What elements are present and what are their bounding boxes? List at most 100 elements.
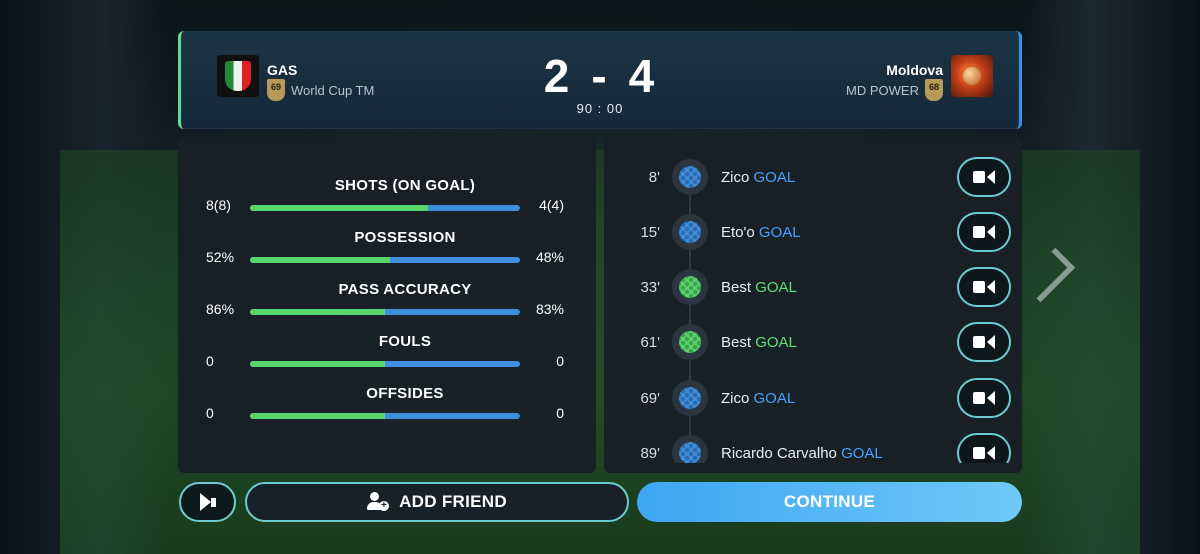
event-minute: 15' [640, 224, 660, 241]
stat-bar [250, 257, 520, 263]
stat-row-pass-accuracy: PASS ACCURACY 86% 83% [178, 281, 596, 329]
score-header: GAS 69 World Cup TM 2-4 90 : 00 Moldova … [178, 31, 1022, 129]
add-friend-button[interactable]: + ADD FRIEND [245, 482, 629, 522]
event-text: Ricardo Carvalho GOAL [721, 445, 883, 462]
event-marker [672, 159, 708, 195]
stat-bar-home-fill [250, 361, 385, 367]
video-camera-icon [973, 335, 995, 349]
stat-bar [250, 309, 520, 315]
stat-row-shots: SHOTS (ON GOAL) 8(8) 4(4) [178, 177, 596, 225]
stat-label: FOULS [378, 333, 432, 350]
football-icon [679, 331, 701, 353]
event-row: 89' Ricardo Carvalho GOAL [604, 433, 1022, 463]
event-type: GOAL [753, 169, 796, 186]
continue-button[interactable]: CONTINUE [637, 482, 1022, 522]
video-camera-icon [973, 391, 995, 405]
event-player: Best [721, 334, 752, 351]
event-type: GOAL [753, 390, 796, 407]
event-minute: 89' [640, 445, 660, 462]
event-type: GOAL [841, 445, 883, 462]
stat-bar [250, 413, 520, 419]
away-score: 4 [628, 50, 657, 102]
stat-bar-home-fill [250, 413, 385, 419]
stat-bar-home-fill [250, 205, 429, 211]
score-separator: - [591, 50, 609, 102]
stat-away-value: 4(4) [539, 197, 564, 213]
event-row: 8' Zico GOAL [604, 157, 1022, 197]
stat-away-value: 83% [535, 301, 564, 317]
stat-bar [250, 205, 520, 211]
event-row: 33' Best GOAL [604, 267, 1022, 307]
away-team-name: Moldova [886, 62, 943, 78]
away-crest-icon [963, 67, 981, 85]
video-camera-icon [973, 170, 995, 184]
football-icon [679, 442, 701, 463]
event-player: Zico [721, 169, 750, 186]
event-text: Zico GOAL [721, 169, 795, 186]
continue-label: CONTINUE [783, 492, 876, 511]
stat-row-possession: POSSESSION 52% 48% [178, 229, 596, 277]
match-stats-panel: SHOTS (ON GOAL) 8(8) 4(4) POSSESSION 52%… [178, 137, 596, 473]
video-camera-icon [973, 446, 995, 460]
football-icon [679, 221, 701, 243]
stat-bar-home-fill [250, 257, 391, 263]
replay-button[interactable] [957, 433, 1011, 463]
report-button[interactable] [179, 482, 236, 522]
stat-row-offsides: OFFSIDES 0 0 [178, 385, 596, 433]
stat-bar [250, 361, 520, 367]
stat-row-fouls: FOULS 0 0 [178, 333, 596, 381]
replay-button[interactable] [957, 157, 1011, 197]
home-score: 2 [543, 50, 572, 102]
stat-home-value: 52% [206, 249, 235, 265]
event-player: Best [721, 279, 752, 296]
event-minute: 61' [640, 334, 660, 351]
stat-label: OFFSIDES [366, 385, 444, 402]
add-friend-label: ADD FRIEND [399, 492, 507, 511]
stat-away-value: 0 [556, 353, 564, 369]
add-person-icon: + [367, 492, 390, 512]
video-camera-icon [973, 280, 995, 294]
away-team-logo [951, 55, 993, 97]
event-type: GOAL [755, 334, 797, 351]
football-icon [679, 166, 701, 188]
event-minute: 69' [640, 390, 660, 407]
event-type: GOAL [755, 279, 797, 296]
event-minute: 33' [640, 279, 660, 296]
football-icon [679, 387, 701, 409]
event-text: Zico GOAL [721, 390, 795, 407]
event-marker [672, 214, 708, 250]
stat-label: POSSESSION [354, 229, 456, 246]
replay-button[interactable] [957, 378, 1011, 418]
stat-home-value: 0 [206, 353, 214, 369]
replay-button[interactable] [957, 212, 1011, 252]
event-marker [672, 269, 708, 305]
stat-bar-home-fill [250, 309, 385, 315]
match-time: 90 : 00 [576, 101, 624, 116]
event-text: Best GOAL [721, 279, 797, 296]
video-camera-icon [973, 225, 995, 239]
football-icon [679, 276, 701, 298]
match-events-panel[interactable]: 8' Zico GOAL 15' Eto'o GOAL 33' Best GOA… [604, 137, 1022, 473]
stat-away-value: 0 [556, 405, 564, 421]
replay-button[interactable] [957, 267, 1011, 307]
away-team-info: MD POWER 68 [846, 79, 943, 101]
event-marker [672, 324, 708, 360]
events-list[interactable]: 8' Zico GOAL 15' Eto'o GOAL 33' Best GOA… [604, 137, 1022, 463]
event-text: Eto'o GOAL [721, 224, 801, 241]
event-marker [672, 435, 708, 463]
event-player: Ricardo Carvalho [721, 445, 837, 462]
stat-home-value: 8(8) [206, 197, 231, 213]
event-player: Eto'o [721, 224, 755, 241]
away-rating-badge: 68 [925, 79, 943, 101]
stat-home-value: 0 [206, 405, 214, 421]
event-row: 61' Best GOAL [604, 322, 1022, 362]
megaphone-icon [199, 493, 216, 511]
event-type: GOAL [758, 224, 801, 241]
event-row: 69' Zico GOAL [604, 378, 1022, 418]
stat-away-value: 48% [535, 249, 564, 265]
stat-home-value: 86% [206, 301, 235, 317]
stat-label: SHOTS (ON GOAL) [334, 177, 476, 194]
replay-button[interactable] [957, 322, 1011, 362]
event-minute: 8' [648, 169, 660, 186]
event-player: Zico [721, 390, 750, 407]
